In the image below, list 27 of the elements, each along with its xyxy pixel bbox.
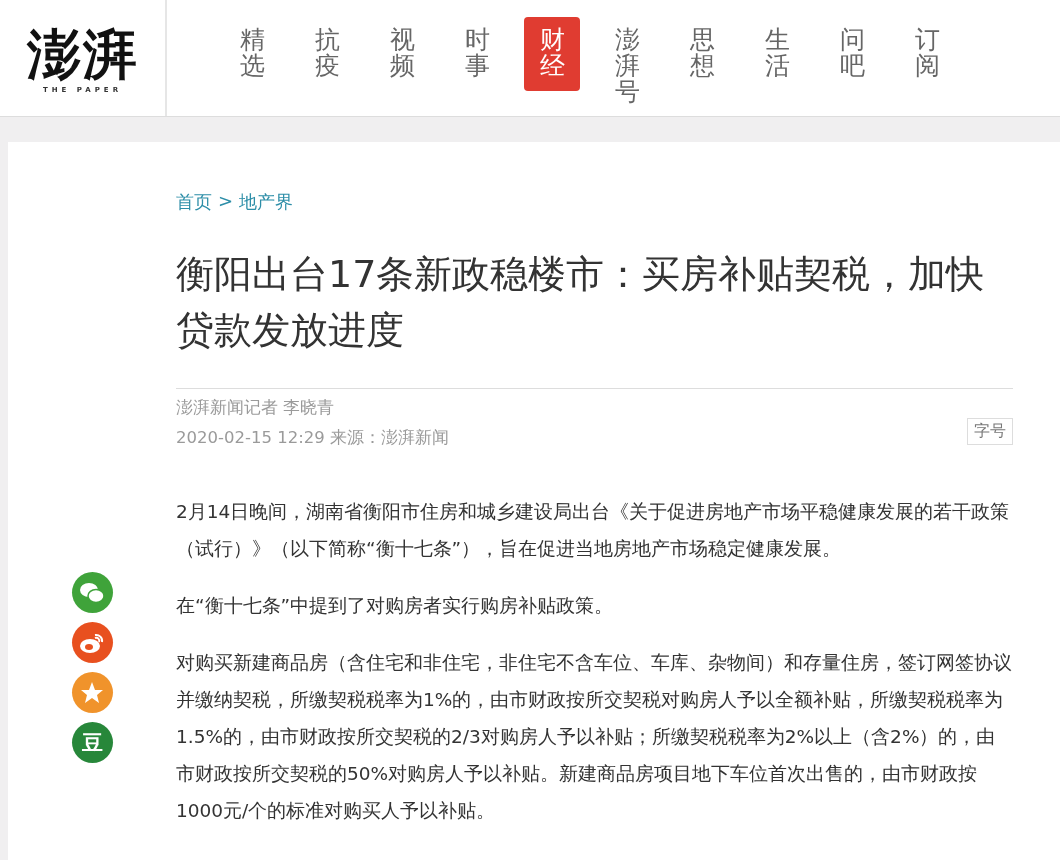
weibo-share-button[interactable] bbox=[71, 622, 113, 663]
nav-tab[interactable]: 思想 bbox=[674, 17, 730, 91]
nav-tab[interactable]: 生活 bbox=[749, 17, 805, 91]
article-title: 衡阳出台17条新政稳楼市：买房补贴契税，加快贷款发放进度 bbox=[176, 251, 986, 354]
nav-tab[interactable]: 问吧 bbox=[824, 17, 880, 91]
article-paragraph: 对购买新建商品房（含住宅和非住宅，非住宅不含车位、车库、杂物间）和存量住房，签订网签协议并缴纳契税，所缴契税税率为1%的，由市财政按所交契税对购房人予以全额补贴，所缴契税税率为1.5%的，由市财政按所交契税的2/3对购房人予以补贴；所缴契税税率为2%以上（含2%）的，由市财政按所交契税的50%对购房人予以补贴。新建商品房项目地下车位首次出售的，由市财政按1000元/个的标准对购买人予以补贴。 bbox=[176, 651, 1013, 823]
font-size-button[interactable]: 字号 bbox=[967, 418, 1013, 445]
nav-tab[interactable]: 财经 bbox=[524, 17, 580, 91]
nav-tab[interactable]: 精选 bbox=[224, 17, 280, 91]
breadcrumb-link[interactable]: 首页 bbox=[176, 190, 212, 214]
date-source-line: 2020-02-15 12:29 来源：澎湃新闻 bbox=[176, 427, 449, 449]
breadcrumb-separator: > bbox=[218, 190, 234, 213]
douban-share-button[interactable]: 豆 bbox=[71, 722, 113, 763]
nav-tab[interactable]: 时事 bbox=[449, 17, 505, 91]
article-paragraph: 在“衡十七条”中提到了对购房者实行购房补贴政策。 bbox=[176, 594, 615, 618]
author-line: 澎湃新闻记者 李晓青 bbox=[176, 397, 336, 419]
nav-tab[interactable]: 澎湃号 bbox=[599, 17, 655, 115]
nav-tab[interactable]: 订阅 bbox=[899, 17, 955, 91]
wechat-share-button[interactable] bbox=[71, 572, 113, 613]
nav-tab[interactable]: 抗疫 bbox=[299, 17, 355, 91]
nav-tab[interactable]: 视频 bbox=[374, 17, 430, 91]
breadcrumb-link[interactable]: 地产界 bbox=[239, 190, 294, 214]
chat-bubbles-icon bbox=[79, 581, 105, 604]
article-paragraph: 2月14日晚间，湖南省衡阳市住房和城乡建设局出台《关于促进房地产市场平稳健康发展的若干政策（试行）》（以下简称“衡十七条”），旨在促进当地房地产市场稳定健康发展。 bbox=[176, 500, 1011, 561]
eye-swirl-icon bbox=[79, 631, 105, 654]
favorite-share-button[interactable] bbox=[71, 672, 113, 713]
star-icon bbox=[80, 680, 104, 705]
